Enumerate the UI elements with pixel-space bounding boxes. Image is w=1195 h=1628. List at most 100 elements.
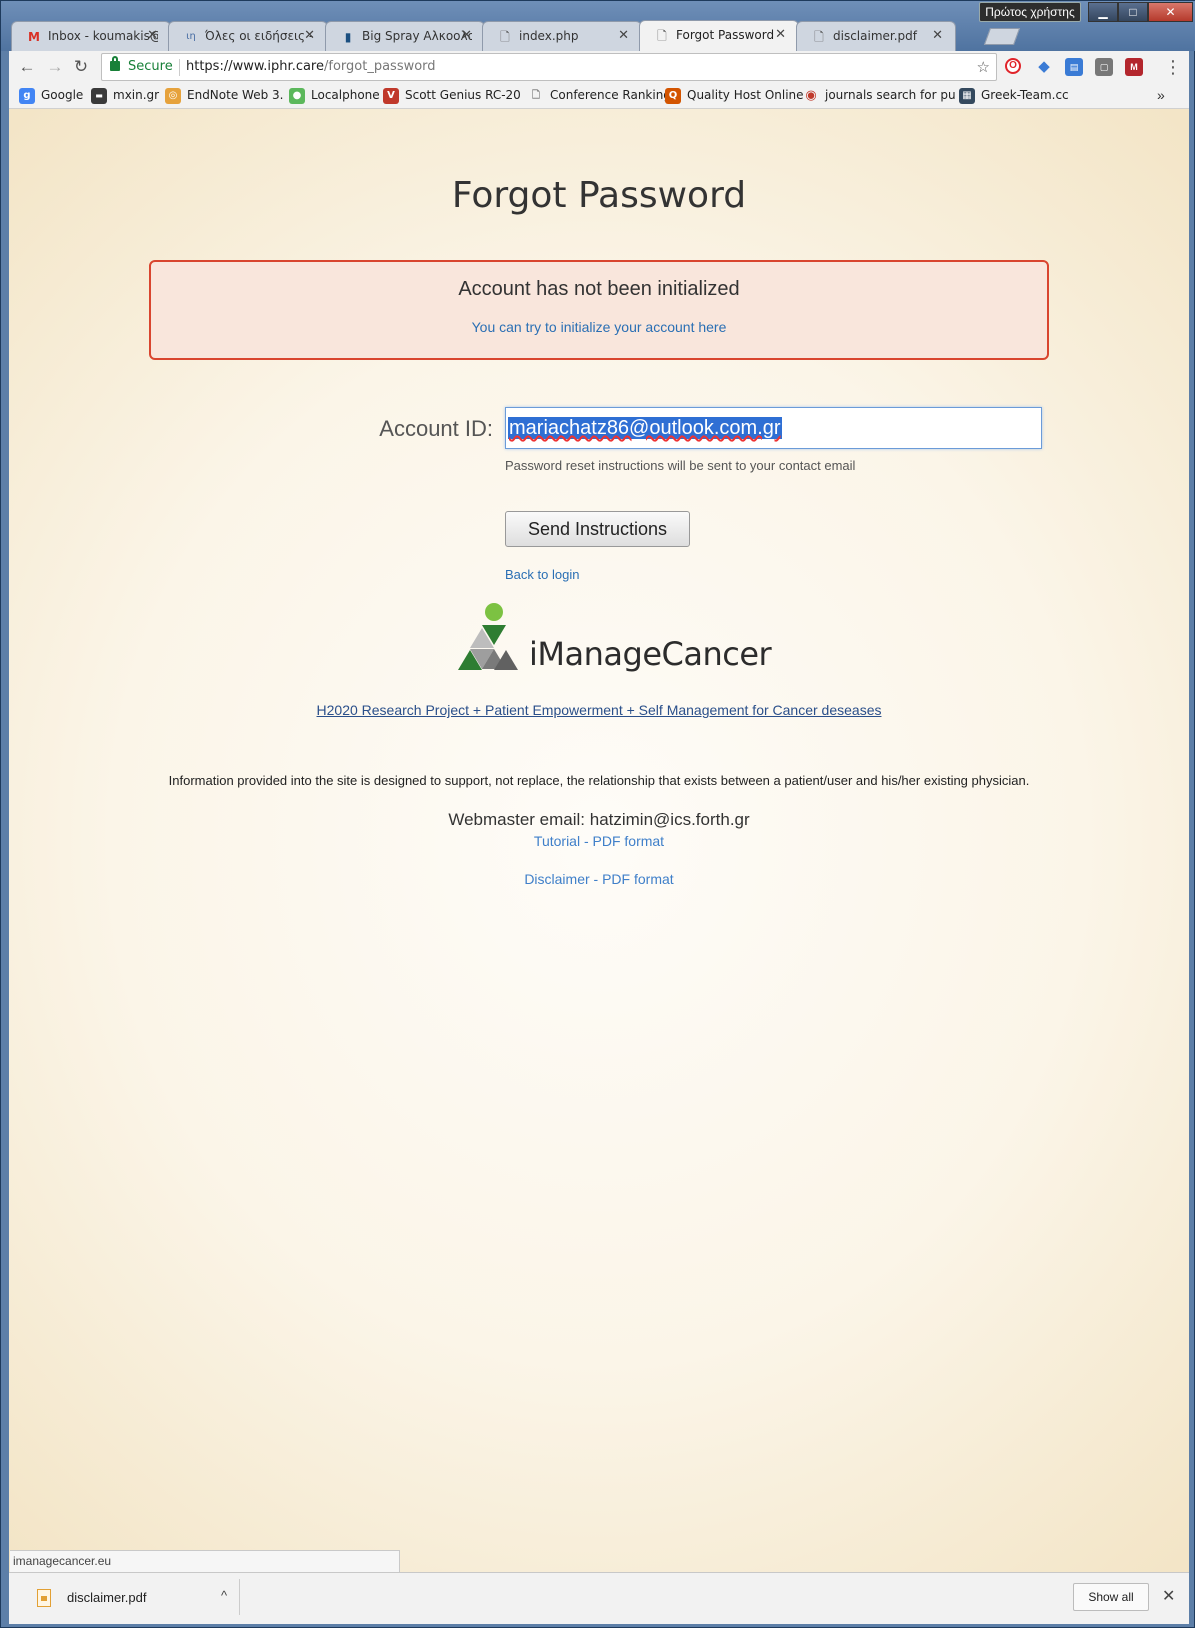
bookmark-greek-team[interactable]: ▦ Greek-Team.cc xyxy=(957,83,1072,108)
divider xyxy=(239,1579,240,1615)
page-title: Forgot Password xyxy=(451,175,747,216)
document-icon: 🗋 xyxy=(814,30,824,44)
bookmark-localphone[interactable]: ● Localphone xyxy=(287,83,382,108)
url-text: https://www.iphr.care/forgot_password xyxy=(186,54,436,80)
bookmark-conference-ranking[interactable]: 🗋 Conference Ranking xyxy=(526,83,666,108)
document-icon: 🗋 xyxy=(531,90,541,101)
tab-label: Inbox - koumakis@ xyxy=(48,29,158,43)
menu-icon[interactable]: ⋮ xyxy=(1164,55,1182,79)
back-to-login-link[interactable]: Back to login xyxy=(505,567,579,582)
news-site-icon: ιη xyxy=(186,31,196,42)
address-bar[interactable]: Secure https://www.iphr.care/forgot_pass… xyxy=(101,53,997,81)
opera-extension-icon[interactable]: O xyxy=(1005,58,1021,74)
download-filename: disclaimer.pdf xyxy=(67,1590,147,1605)
project-tagline-link[interactable]: H2020 Research Project + Patient Empower… xyxy=(9,702,1189,718)
browser-window: Πρώτος χρήστης ▁ □ ✕ M Inbox - koumakis@… xyxy=(0,0,1195,1628)
translate-extension-icon[interactable]: ▤ xyxy=(1065,58,1083,76)
logo-mark-icon xyxy=(458,603,518,670)
account-id-label: Account ID: xyxy=(379,416,493,441)
tab-big-spray[interactable]: ▮ Big Spray Αλκοολο ✕ xyxy=(325,21,485,51)
title-bar: Πρώτος χρήστης ▁ □ ✕ M Inbox - koumakis@… xyxy=(1,1,1195,51)
bookmarks-bar: g Google ▬ mxin.gr ◎ EndNote Web 3.1 ● L… xyxy=(9,83,1189,109)
bookmark-label: mxin.gr xyxy=(113,88,160,102)
webmaster-email: Webmaster email: hatzimin@ics.forth.gr xyxy=(448,810,750,829)
close-icon[interactable]: ✕ xyxy=(775,27,786,42)
forward-button[interactable]: → xyxy=(43,55,67,79)
page-content: Forgot Password Account has not been ini… xyxy=(9,109,1189,1572)
download-item[interactable]: disclaimer.pdf ^ xyxy=(23,1583,243,1617)
downloads-bar: disclaimer.pdf ^ Show all ✕ xyxy=(9,1572,1189,1624)
bookmark-label: EndNote Web 3.1 xyxy=(187,88,283,102)
tab-forgot-password[interactable]: 🗋 Forgot Password ✕ xyxy=(639,20,799,51)
bookmark-label: Conference Ranking xyxy=(550,88,666,102)
bookmark-google[interactable]: g Google xyxy=(17,83,87,108)
bookmarks-overflow-button[interactable]: » xyxy=(1157,83,1165,108)
bookmark-label: journals search for pu xyxy=(825,88,956,102)
bookmark-label: Google xyxy=(41,88,84,102)
disclaimer-pdf-link[interactable]: Disclaimer - PDF format xyxy=(9,871,1189,887)
bookmark-journals[interactable]: ◉ journals search for pu xyxy=(801,83,956,108)
tab-strip: M Inbox - koumakis@ ✕ ιη Όλες οι ειδήσει… xyxy=(11,18,1191,51)
account-id-value: mariachatz86@outlook.com.gr xyxy=(508,417,782,439)
bookmark-site-icon: ▮ xyxy=(344,30,352,44)
endnote-icon: ◎ xyxy=(165,88,181,104)
bookmark-label: Greek-Team.cc xyxy=(981,88,1069,102)
pdf-file-icon xyxy=(37,1589,51,1607)
qho-icon: Q xyxy=(665,88,681,104)
tutorial-pdf-link[interactable]: Tutorial - PDF format xyxy=(9,833,1189,849)
bookmark-label: Scott Genius RC-20 ( xyxy=(405,88,521,102)
film-icon: ▦ xyxy=(959,88,975,104)
close-icon[interactable]: ✕ xyxy=(1162,1583,1175,1611)
reload-button[interactable]: ↻ xyxy=(69,55,93,79)
pocket-extension-icon[interactable]: ▢ xyxy=(1095,58,1113,76)
google-icon: g xyxy=(19,88,35,104)
document-icon: 🗋 xyxy=(657,29,667,43)
tab-inbox[interactable]: M Inbox - koumakis@ ✕ xyxy=(11,21,171,51)
error-alert: Account has not been initialized You can… xyxy=(149,260,1049,360)
tab-label: Όλες οι ειδήσεις - xyxy=(205,29,314,43)
tab-news[interactable]: ιη Όλες οι ειδήσεις - ✕ xyxy=(168,21,328,51)
bookmark-scott[interactable]: V Scott Genius RC-20 ( xyxy=(381,83,521,108)
disclaimer-info-text: Information provided into the site is de… xyxy=(168,773,1030,788)
browser-toolbar: ← → ↻ Secure https://www.iphr.care/forgo… xyxy=(9,51,1189,83)
mxin-icon: ▬ xyxy=(91,88,107,104)
tab-label: disclaimer.pdf xyxy=(833,29,917,43)
close-icon[interactable]: ✕ xyxy=(461,28,472,43)
tab-label: Forgot Password xyxy=(676,28,775,42)
close-icon[interactable]: ✕ xyxy=(147,28,158,43)
close-icon[interactable]: ✕ xyxy=(932,28,943,43)
mendeley-extension-icon[interactable]: M xyxy=(1125,58,1143,76)
bookmark-endnote[interactable]: ◎ EndNote Web 3.1 xyxy=(163,83,283,108)
close-icon[interactable]: ✕ xyxy=(618,28,629,43)
scott-icon: V xyxy=(383,88,399,104)
back-button[interactable]: ← xyxy=(15,55,39,79)
secure-label: Secure xyxy=(128,59,173,74)
logo-text: iManageCancer xyxy=(529,635,772,673)
star-icon[interactable]: ☆ xyxy=(977,54,990,80)
bookmark-mxin[interactable]: ▬ mxin.gr xyxy=(89,83,164,108)
tab-label: index.php xyxy=(519,29,579,43)
show-all-button[interactable]: Show all xyxy=(1073,1583,1149,1611)
localphone-icon: ● xyxy=(289,88,305,104)
bookmark-quality-host[interactable]: Q Quality Host Online xyxy=(663,83,803,108)
chevron-up-icon[interactable]: ^ xyxy=(221,1588,227,1603)
gmail-icon: M xyxy=(28,30,40,44)
account-id-input[interactable]: mariachatz86@outlook.com.gr xyxy=(505,407,1042,449)
url-path: /forgot_password xyxy=(324,59,436,74)
close-icon[interactable]: ✕ xyxy=(304,28,315,43)
status-bar: imanagecancer.eu xyxy=(10,1550,400,1572)
diamond-extension-icon[interactable]: ◆ xyxy=(1035,58,1053,76)
help-text: Password reset instructions will be sent… xyxy=(505,458,856,473)
send-instructions-button[interactable]: Send Instructions xyxy=(505,511,690,547)
lock-icon xyxy=(110,56,120,71)
bookmark-label: Localphone xyxy=(311,88,380,102)
initialize-account-link[interactable]: You can try to initialize your account h… xyxy=(151,319,1047,335)
tab-disclaimer[interactable]: 🗋 disclaimer.pdf ✕ xyxy=(796,21,956,51)
tab-index-php[interactable]: 🗋 index.php ✕ xyxy=(482,21,642,51)
tab-label: Big Spray Αλκοολο xyxy=(362,29,472,43)
divider xyxy=(179,59,180,76)
url-host: https://www.iphr.care xyxy=(186,59,324,74)
imanagecancer-logo[interactable]: iManageCancer xyxy=(451,603,772,691)
alert-title: Account has not been initialized xyxy=(458,278,740,300)
new-tab-button[interactable] xyxy=(983,28,1021,45)
